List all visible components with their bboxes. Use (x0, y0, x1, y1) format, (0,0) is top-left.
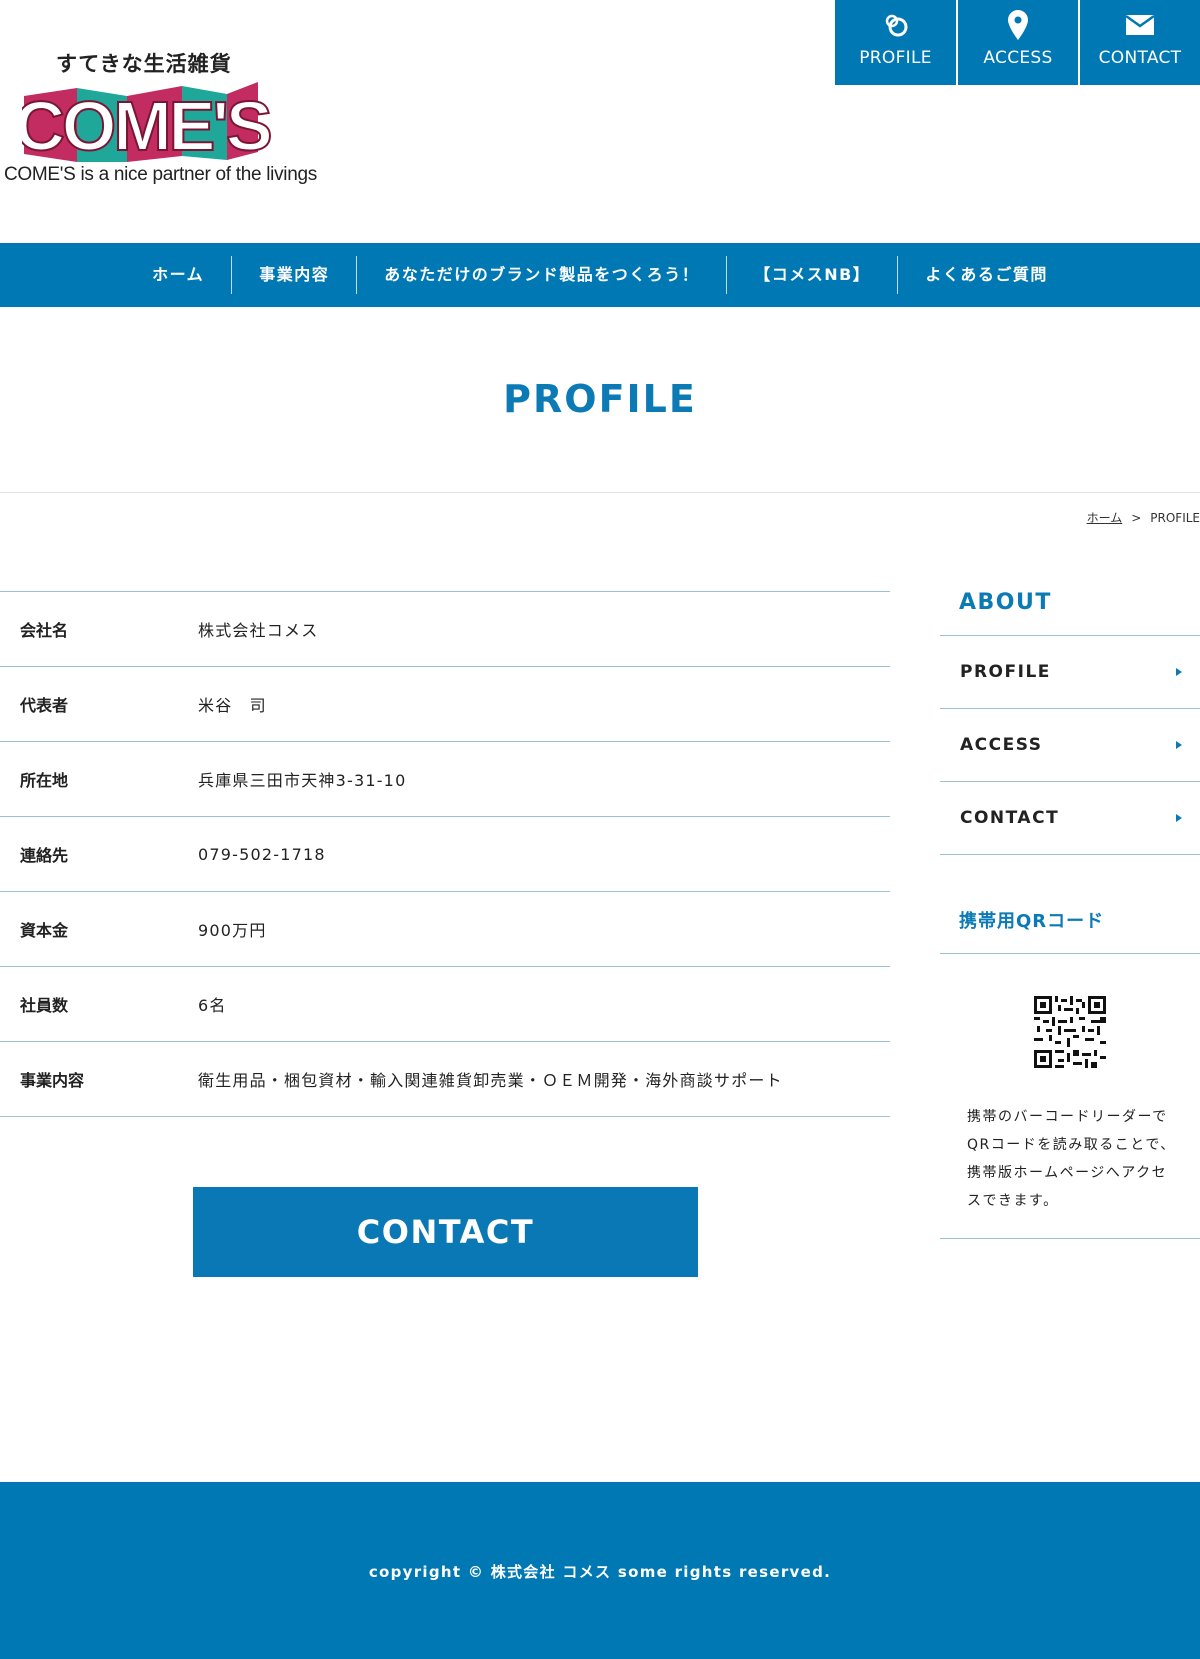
main-nav-faq[interactable]: よくあるご質問 (898, 256, 1075, 294)
breadcrumb-home-link[interactable]: ホーム (1087, 511, 1123, 525)
row-label: 事業内容 (20, 1071, 85, 1090)
top-nav-profile[interactable]: PROFILE (835, 0, 956, 85)
qr-description: 携帯のバーコードリーダーでQRコードを読み取ることで、携帯版ホームページへアクセ… (967, 1109, 1176, 1209)
row-value: 900万円 (198, 921, 267, 940)
row-label: 代表者 (20, 696, 69, 715)
sidebar-heading: ABOUT (940, 580, 1200, 636)
link-rings-icon (883, 12, 909, 38)
table-row: 連絡先 079-502-1718 (0, 817, 890, 892)
main-nav-comes-nb[interactable]: 【コメスNB】 (727, 256, 897, 294)
main-nav-business[interactable]: 事業内容 (232, 256, 356, 294)
breadcrumb-separator: > (1131, 511, 1142, 525)
copyright-text: copyright © 株式会社 コメス some rights reserve… (368, 1563, 832, 1581)
main-nav-home[interactable]: ホーム (125, 256, 231, 294)
main-nav: ホーム 事業内容 あなただけのブランド製品をつくろう！ 【コメスNB】 よくある… (0, 243, 1200, 307)
main-nav-brand[interactable]: あなただけのブランド製品をつくろう！ (357, 256, 726, 294)
envelope-icon (1126, 12, 1154, 38)
table-row: 代表者 米谷 司 (0, 667, 890, 742)
row-value: 米谷 司 (198, 696, 267, 715)
row-label: 所在地 (20, 771, 69, 790)
top-nav-label: ACCESS (983, 48, 1053, 68)
sidebar-item-contact[interactable]: CONTACT (940, 782, 1200, 855)
qr-heading: 携帯用QRコード (940, 895, 1200, 954)
table-row: 会社名 株式会社コメス (0, 592, 890, 667)
page-title: PROFILE (503, 377, 697, 421)
row-value: 株式会社コメス (198, 621, 319, 640)
sidebar: ABOUT PROFILE ACCESS CONTACT (940, 580, 1200, 855)
top-nav: PROFILE ACCESS CONTACT (835, 0, 1200, 85)
triangle-right-icon (1176, 741, 1182, 749)
top-nav-label: CONTACT (1098, 48, 1182, 68)
triangle-right-icon (1176, 668, 1182, 676)
divider (0, 492, 1200, 493)
row-value: 衛生用品・梱包資材・輸入関連雑貨卸売業・ＯＥＭ開発・海外商談サポート (198, 1071, 783, 1090)
table-row: 社員数 6名 (0, 967, 890, 1042)
sidebar-item-profile[interactable]: PROFILE (940, 636, 1200, 709)
sidebar-item-label: PROFILE (960, 662, 1051, 682)
logo-tagline: すてきな生活雑貨 (56, 52, 232, 76)
logo-wordmark: COME'S (22, 82, 274, 166)
row-label: 会社名 (20, 621, 69, 640)
top-nav-access[interactable]: ACCESS (958, 0, 1078, 85)
breadcrumb-current: PROFILE (1150, 511, 1200, 525)
profile-table: 会社名 株式会社コメス 代表者 米谷 司 所在地 兵庫県三田市天神3-31-10… (0, 591, 890, 1117)
top-nav-contact[interactable]: CONTACT (1080, 0, 1200, 85)
row-label: 資本金 (20, 921, 69, 940)
sidebar-item-label: ACCESS (960, 735, 1043, 755)
contact-button[interactable]: CONTACT (193, 1187, 698, 1277)
map-pin-icon (1008, 10, 1028, 40)
sidebar-item-access[interactable]: ACCESS (940, 709, 1200, 782)
site-logo[interactable]: すてきな生活雑貨 COME'S COME'S is a nice partner… (0, 44, 317, 194)
top-nav-label: PROFILE (859, 48, 932, 68)
footer: copyright © 株式会社 コメス some rights reserve… (0, 1482, 1200, 1659)
breadcrumb: ホーム > PROFILE (1087, 509, 1200, 526)
triangle-right-icon (1176, 814, 1182, 822)
table-row: 事業内容 衛生用品・梱包資材・輸入関連雑貨卸売業・ＯＥＭ開発・海外商談サポート (0, 1042, 890, 1117)
table-row: 所在地 兵庫県三田市天神3-31-10 (0, 742, 890, 817)
row-value: 079-502-1718 (198, 844, 326, 864)
qr-code-image (1034, 996, 1106, 1068)
table-row: 資本金 900万円 (0, 892, 890, 967)
row-label: 社員数 (20, 996, 69, 1015)
divider (940, 1238, 1200, 1239)
logo-brand-text: COME'S (22, 87, 270, 165)
row-label: 連絡先 (20, 846, 69, 865)
logo-subtitle: COME'S is a nice partner of the livings (4, 164, 317, 185)
row-value: 兵庫県三田市天神3-31-10 (198, 771, 407, 790)
row-value: 6名 (198, 996, 227, 1015)
sidebar-item-label: CONTACT (960, 808, 1060, 828)
